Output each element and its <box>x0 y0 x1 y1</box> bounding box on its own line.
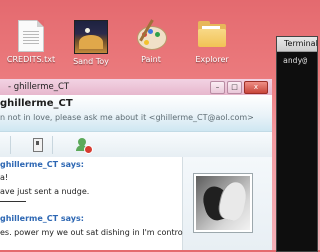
message-text: es. power my we out sat dishing in I'm c… <box>0 228 206 237</box>
window-controls: – □ x <box>210 81 268 94</box>
conversation-history[interactable]: ghillerme_CT says: a! ave just sent a nu… <box>0 157 206 250</box>
toolbar-separator <box>10 136 11 154</box>
paint-palette-icon <box>135 19 167 52</box>
chat-window[interactable]: - ghillerme_CT – □ x ghillerme_CT n not … <box>0 79 272 250</box>
sender-label: ghillerme_CT says: <box>0 214 84 223</box>
minimize-button[interactable]: – <box>210 81 225 94</box>
chat-titlebar[interactable]: - ghillerme_CT – □ x <box>0 79 272 95</box>
sand-toy-icon <box>74 20 108 54</box>
block-contact-icon[interactable] <box>74 136 93 154</box>
terminal-window[interactable]: Terminal andy@ <box>276 36 318 252</box>
folder-icon <box>196 20 228 52</box>
close-button[interactable]: x <box>244 81 268 94</box>
maximize-button[interactable]: □ <box>227 81 242 94</box>
desktop-icon-label: CREDITS.txt <box>6 55 56 64</box>
avatar-panel <box>183 157 272 250</box>
contact-avatar[interactable] <box>193 173 253 233</box>
desktop-icon-label: Paint <box>141 55 161 64</box>
terminal-output[interactable]: andy@ <box>277 52 317 69</box>
desktop-icon-paint[interactable]: Paint <box>120 19 182 64</box>
message-text: a! <box>0 173 9 182</box>
contact-name: ghillerme_CT <box>0 98 73 109</box>
message-text: ave just sent a nudge. <box>0 187 90 196</box>
window-title: - ghillerme_CT <box>8 82 70 92</box>
desktop-icon-credits[interactable]: CREDITS.txt <box>0 20 62 64</box>
horses-avatar <box>196 176 250 230</box>
toolbar-separator <box>52 136 53 154</box>
text-file-icon <box>18 20 44 52</box>
game-icon[interactable] <box>28 136 46 154</box>
desktop-icon-sand-toy[interactable]: Sand Toy <box>60 20 122 66</box>
sender-label: ghillerme_CT says: <box>0 160 84 169</box>
chat-toolbar <box>0 132 272 159</box>
desktop-icon-label: Sand Toy <box>73 57 109 66</box>
desktop-icon-explorer[interactable]: Explorer <box>181 20 243 64</box>
terminal-title[interactable]: Terminal <box>277 37 317 52</box>
contact-header: ghillerme_CT n not in love, please ask m… <box>0 95 272 132</box>
message-divider <box>0 201 26 202</box>
personal-message: n not in love, please ask me about it <g… <box>0 113 254 122</box>
desktop-icon-label: Explorer <box>195 55 229 64</box>
